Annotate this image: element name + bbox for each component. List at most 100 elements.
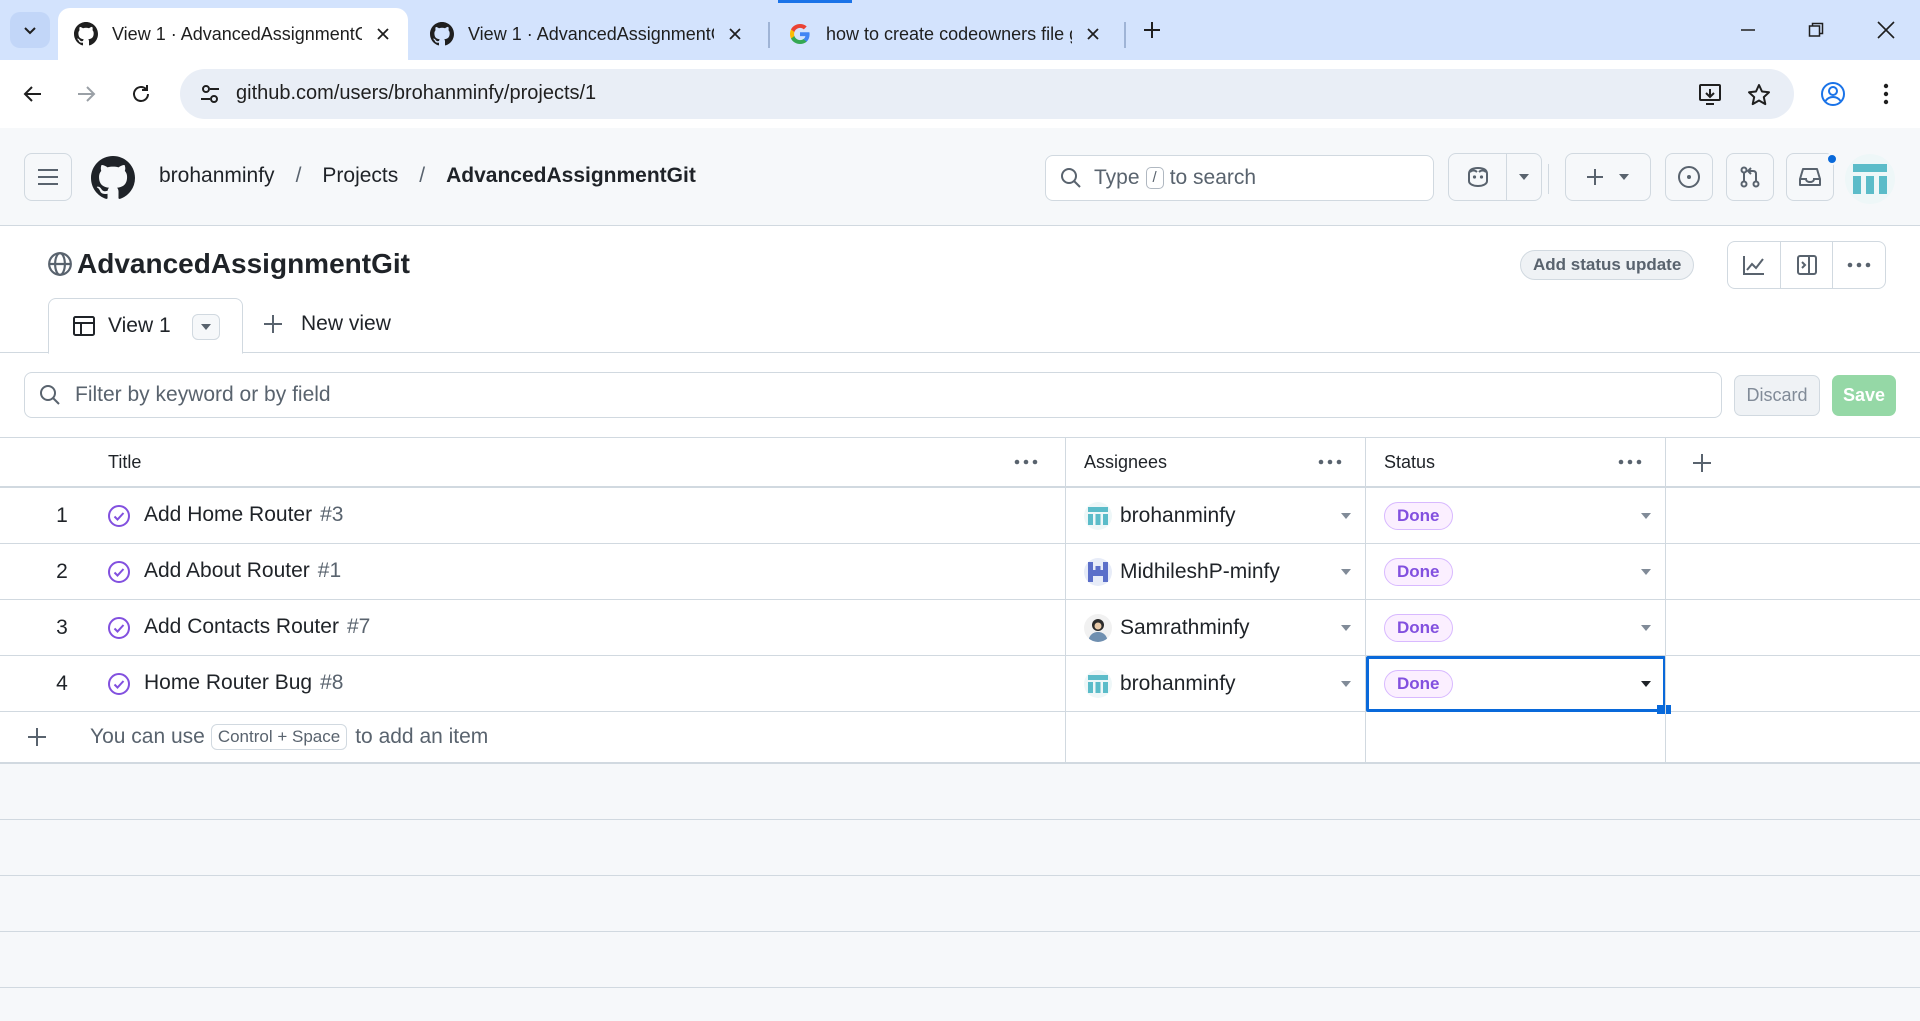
filter-input[interactable]: Filter by keyword or by field: [24, 372, 1722, 418]
assignee-name: brohanminfy: [1120, 672, 1236, 695]
search-input[interactable]: Type / to search: [1045, 155, 1434, 201]
bookmark-star-icon[interactable]: [1746, 82, 1772, 108]
copilot-button-group[interactable]: [1448, 153, 1542, 201]
caret-down-icon[interactable]: [1640, 512, 1652, 520]
issues-button[interactable]: [1665, 153, 1713, 201]
assignee-cell[interactable]: brohanminfy: [1084, 502, 1236, 530]
install-app-icon[interactable]: [1698, 82, 1724, 108]
browser-tab-2[interactable]: View 1 · AdvancedAssignmentGit: [414, 8, 760, 60]
project-menu-button[interactable]: [1833, 242, 1885, 288]
insights-button[interactable]: [1728, 242, 1781, 288]
globe-icon: [48, 252, 72, 276]
close-icon[interactable]: [1082, 23, 1104, 45]
assignee-cell[interactable]: Samrathminfy: [1084, 614, 1250, 642]
status-badge: Done: [1384, 502, 1453, 530]
item-title[interactable]: Add Home Router #3: [144, 503, 343, 527]
column-menu-button[interactable]: [1616, 452, 1644, 472]
global-nav-button[interactable]: [24, 153, 72, 201]
avatar: [1084, 670, 1112, 698]
add-item-row[interactable]: You can use Control + Space to add an it…: [0, 709, 1920, 764]
chrome-menu-button[interactable]: [1868, 76, 1904, 112]
empty-row-line: [0, 819, 1920, 820]
column-menu-button[interactable]: [1012, 452, 1040, 472]
column-header-title[interactable]: Title: [108, 438, 1066, 487]
close-window-button[interactable]: [1866, 12, 1906, 48]
graph-icon: [1742, 256, 1764, 275]
column-menu-button[interactable]: [1316, 452, 1344, 472]
copilot-button[interactable]: [1449, 165, 1506, 189]
close-icon[interactable]: [372, 23, 394, 45]
tab-search-button[interactable]: [10, 12, 50, 48]
view-tab-label: View 1: [108, 314, 171, 337]
table-row[interactable]: 1 Add Home Router #3 brohanminfy Done: [0, 488, 1920, 544]
issue-opened-icon: [1678, 166, 1700, 188]
assignee-cell[interactable]: MidhileshP-minfy: [1084, 558, 1280, 586]
new-tab-button[interactable]: [1136, 14, 1168, 46]
column-header-assignees[interactable]: Assignees: [1084, 438, 1366, 487]
browser-tab-3[interactable]: how to create codeowners file g: [772, 8, 1118, 60]
item-title[interactable]: Home Router Bug #8: [144, 671, 343, 695]
browser-tab-1[interactable]: View 1 · AdvancedAssignmentGit: [58, 8, 408, 60]
github-icon: [430, 22, 454, 46]
create-new-button[interactable]: [1565, 153, 1651, 201]
avatar: [1084, 502, 1112, 530]
item-title[interactable]: Add About Router #1: [144, 559, 341, 583]
restore-button[interactable]: [1796, 12, 1836, 48]
avatar: [1084, 614, 1112, 642]
caret-down-icon: [1519, 174, 1530, 180]
back-button[interactable]: [15, 76, 51, 112]
kebab-horizontal-icon: [1014, 459, 1038, 465]
breadcrumb-projects[interactable]: Projects: [322, 164, 398, 188]
caret-down-icon[interactable]: [1340, 624, 1352, 632]
back-arrow-icon: [23, 86, 41, 102]
assignee-cell[interactable]: brohanminfy: [1084, 670, 1236, 698]
sidebar-expand-icon: [1796, 255, 1817, 275]
status-badge: Done: [1384, 614, 1453, 642]
row-number: 3: [56, 616, 68, 639]
caret-down-icon[interactable]: [1640, 680, 1652, 688]
profile-button[interactable]: [1815, 76, 1851, 112]
reload-button[interactable]: [123, 76, 159, 112]
caret-down-icon[interactable]: [1640, 568, 1652, 576]
restore-icon: [1808, 22, 1824, 37]
new-view-button[interactable]: New view: [263, 312, 391, 336]
column-header-status[interactable]: Status: [1384, 438, 1666, 487]
add-field-button[interactable]: [1690, 438, 1714, 487]
plus-icon[interactable]: [27, 727, 47, 747]
pull-request-icon: [1740, 166, 1760, 188]
issue-number: #8: [320, 671, 344, 694]
copilot-dropdown[interactable]: [1507, 173, 1541, 181]
pull-requests-button[interactable]: [1726, 153, 1774, 201]
breadcrumb-project[interactable]: AdvancedAssignmentGit: [446, 164, 696, 188]
site-info-button[interactable]: [194, 78, 226, 110]
table-header: Title Assignees Status: [0, 437, 1920, 488]
tab-view-1[interactable]: View 1: [48, 298, 243, 354]
address-bar[interactable]: github.com/users/brohanminfy/projects/1: [180, 69, 1794, 119]
minimize-button[interactable]: [1728, 12, 1768, 48]
caret-down-icon[interactable]: [1340, 680, 1352, 688]
table-row[interactable]: 2 Add About Router #1 MidhileshP-minfy Do…: [0, 544, 1920, 600]
issue-closed-icon: [108, 673, 130, 695]
kebab-horizontal-icon: [1847, 262, 1871, 268]
caret-down-icon[interactable]: [1340, 512, 1352, 520]
avatar[interactable]: [1845, 154, 1895, 204]
breadcrumb-separator: /: [295, 164, 302, 187]
view-options-dropdown[interactable]: [192, 314, 220, 340]
breadcrumb-owner[interactable]: brohanminfy: [159, 164, 275, 188]
discard-button[interactable]: Discard: [1734, 375, 1820, 416]
row-number: 1: [56, 504, 68, 527]
table-row[interactable]: 4 Home Router Bug #8 brohanminfy Done: [0, 656, 1920, 714]
table-row[interactable]: 3 Add Contacts Router #7 Samrathminfy Don…: [0, 600, 1920, 656]
header-separator: [1548, 164, 1549, 194]
save-button[interactable]: Save: [1832, 375, 1896, 416]
forward-button[interactable]: [68, 76, 104, 112]
add-status-update-button[interactable]: Add status update: [1520, 250, 1695, 280]
reload-icon: [133, 85, 149, 102]
caret-down-icon[interactable]: [1340, 568, 1352, 576]
close-icon[interactable]: [724, 23, 746, 45]
filter-placeholder: Filter by keyword or by field: [75, 383, 331, 406]
item-title[interactable]: Add Contacts Router #7: [144, 615, 370, 639]
side-panel-button[interactable]: [1781, 242, 1834, 288]
github-logo-icon[interactable]: [91, 156, 135, 200]
caret-down-icon[interactable]: [1640, 624, 1652, 632]
